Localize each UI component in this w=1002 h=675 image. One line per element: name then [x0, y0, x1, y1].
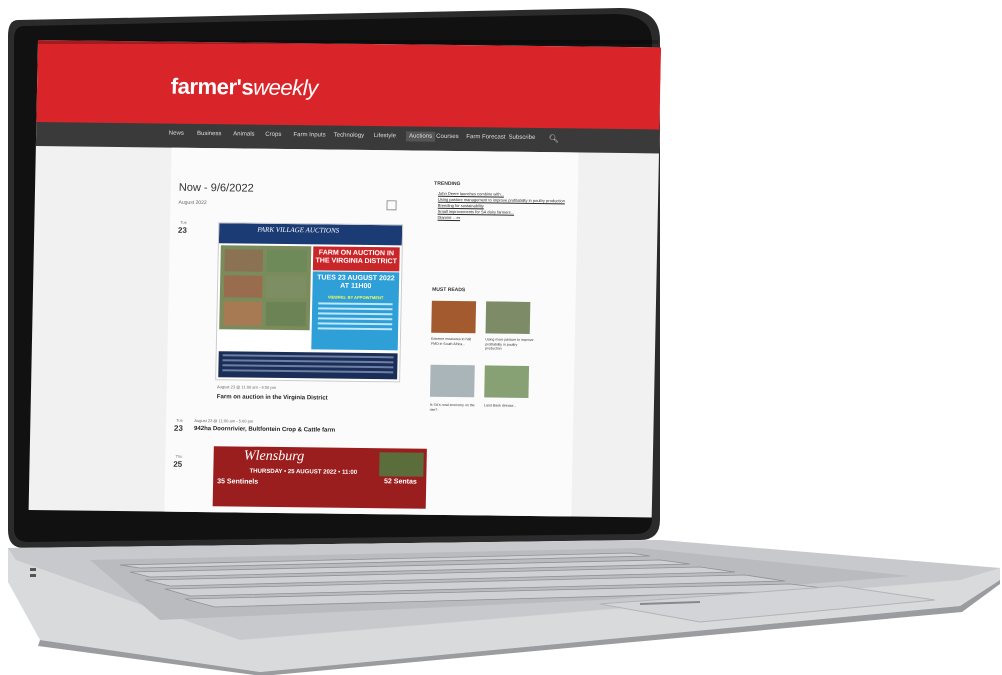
event-meta: August 23 @ 11:00 am - 5:00 pm: [216, 384, 277, 390]
poster2-date: THURSDAY • 25 AUGUST 2022 • 11:00: [249, 468, 358, 476]
event-day: 23: [177, 225, 187, 235]
poster2-brand: Wlensburg: [243, 448, 305, 465]
event-day: 23: [173, 423, 184, 433]
trending-title: TRENDING: [434, 180, 461, 188]
poster-viewing: VIEWING: BY APPOINTMENT: [327, 294, 384, 301]
must-read-image[interactable]: [431, 300, 477, 334]
browser-screen: farmer'sweekly News Business Animals Cro…: [28, 40, 662, 518]
nav-news[interactable]: News: [169, 131, 184, 137]
must-read-caption[interactable]: Using more pasture to improve profitabil…: [485, 337, 534, 351]
event-dow: Tue: [176, 417, 183, 423]
poster-photos: [219, 245, 312, 331]
must-read-image[interactable]: [484, 365, 530, 398]
poster-date: TUES 23 AUGUST 2022 AT 11H00: [317, 274, 395, 291]
trending-item[interactable]: Dlamini: ...er: [438, 215, 569, 222]
must-read-image[interactable]: [429, 364, 475, 398]
nav-subscribe[interactable]: Subscribe: [508, 135, 535, 141]
poster2-right: 52 Sentas: [383, 478, 417, 486]
poster-headline: FARM ON AUCTION IN THE VIRGINIA DISTRICT: [315, 249, 398, 266]
event-dow: Tue: [180, 219, 187, 225]
calendar-icon[interactable]: [386, 200, 397, 211]
nav-business[interactable]: Business: [197, 131, 222, 137]
event-day: 25: [173, 459, 183, 469]
must-read-caption[interactable]: Is SA's rural economy on the rise?: [430, 403, 478, 413]
event-title[interactable]: Farm on auction in the Virginia District: [217, 394, 328, 401]
event-title[interactable]: 942ha Doornrivier, Bultfontein Crop & Ca…: [194, 426, 335, 434]
nav-animals[interactable]: Animals: [233, 131, 255, 137]
event-dow: Thu: [175, 453, 183, 459]
sidebar: TRENDING John Deere launches combine wit…: [430, 171, 573, 412]
must-read-image[interactable]: [485, 301, 531, 334]
events-page: Now - 9/6/2022 August 2022 Tue 23 PARK V…: [164, 147, 579, 518]
nav-farm-forecast[interactable]: Farm Forecast: [466, 134, 505, 140]
poster-detail-box: TUES 23 AUGUST 2022 AT 11H00 VIEWING: BY…: [311, 271, 400, 351]
auction-poster-vryburg[interactable]: Wlensburg THURSDAY • 25 AUGUST 2022 • 11…: [212, 446, 427, 509]
logo-text: farmer's: [170, 73, 254, 100]
auction-poster-virginia[interactable]: PARK VILLAGE AUCTIONS FARM ON AUCTION IN…: [215, 222, 404, 383]
events-heading[interactable]: Now - 9/6/2022: [179, 182, 254, 195]
nav-courses[interactable]: Courses: [436, 134, 459, 140]
nav-auctions[interactable]: Auctions: [405, 131, 436, 142]
poster-footer: [218, 351, 398, 380]
must-reads-title: MUST READS: [432, 286, 466, 294]
must-read-caption[interactable]: Land Bank director...: [484, 403, 532, 408]
nav-farm-inputs[interactable]: Farm Inputs: [293, 132, 325, 138]
nav-crops[interactable]: Crops: [265, 132, 281, 138]
must-read-caption[interactable]: Extreme measures to halt FMD in South Af…: [431, 337, 479, 347]
poster2-image: [379, 452, 424, 477]
nav-lifestyle[interactable]: Lifestyle: [374, 133, 396, 139]
poster-headline-box: FARM ON AUCTION IN THE VIRGINIA DISTRICT: [312, 246, 400, 272]
poster2-left: 35 Sentinels: [217, 478, 259, 486]
month-label: August 2022: [178, 199, 207, 207]
laptop-scene: farmer'sweekly News Business Animals Cro…: [0, 0, 1002, 675]
screen-top-shade: [38, 40, 658, 44]
nav-technology[interactable]: Technology: [334, 133, 365, 139]
trending-list: John Deere launches combine with... Usin…: [437, 191, 568, 223]
logo-subtext: weekly: [252, 74, 318, 101]
poster-brand: PARK VILLAGE AUCTIONS: [257, 225, 340, 235]
site-logo[interactable]: farmer'sweekly: [171, 74, 318, 102]
search-icon[interactable]: 🔍︎: [549, 134, 559, 143]
poster-header: PARK VILLAGE AUCTIONS: [218, 223, 403, 246]
event-meta: August 23 @ 11:00 am - 5:00 pm: [194, 417, 254, 424]
